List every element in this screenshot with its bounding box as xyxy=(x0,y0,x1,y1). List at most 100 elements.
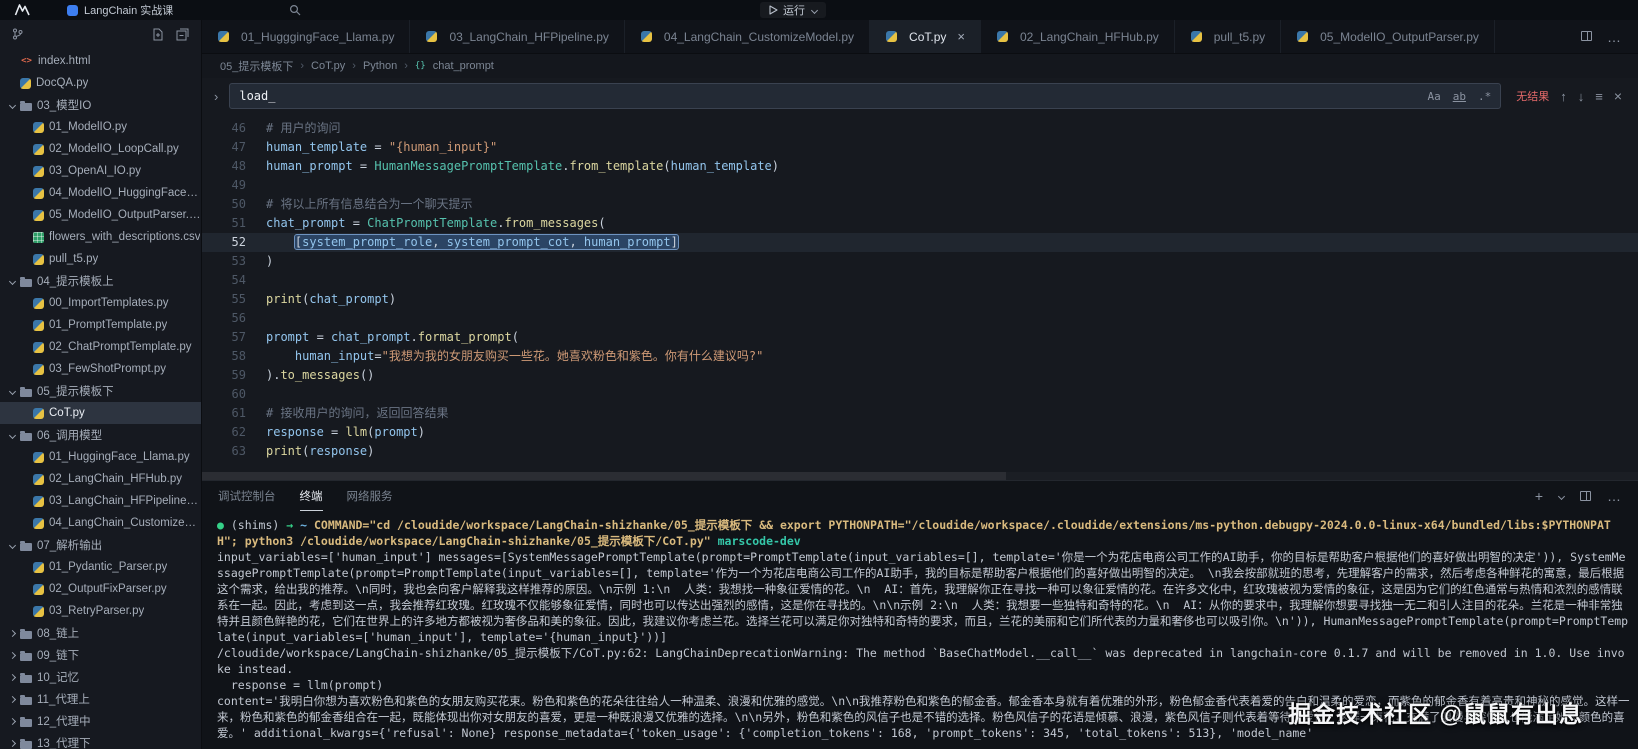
chevron-right-icon xyxy=(9,651,16,658)
editor-tab[interactable]: CoT.py× xyxy=(870,20,981,53)
horizontal-scrollbar[interactable] xyxy=(202,472,1638,480)
code-line[interactable]: 53) xyxy=(202,252,1638,271)
whole-word-icon[interactable]: ab xyxy=(1453,90,1466,103)
python-file-icon xyxy=(33,122,44,133)
tree-item-folder[interactable]: 09_链下 xyxy=(0,644,201,666)
find-close-icon[interactable]: × xyxy=(1614,88,1622,104)
tree-item-label: 03_OpenAI_IO.py xyxy=(49,165,141,177)
editor-tab[interactable]: 03_LangChain_HFPipeline.py xyxy=(410,20,624,53)
tree-item-file[interactable]: pull_t5.py xyxy=(0,248,201,270)
code-line[interactable]: 52 [system_prompt_role, system_prompt_co… xyxy=(202,233,1638,252)
code-line[interactable]: 58 human_input="我想为我的女朋友购买一些花。她喜欢粉色和紫色。你… xyxy=(202,347,1638,366)
tree-item-file[interactable]: CoT.py xyxy=(0,402,201,424)
code-line[interactable]: 49 xyxy=(202,176,1638,195)
find-input[interactable] xyxy=(239,89,1415,103)
toggle-replace-icon[interactable]: › xyxy=(214,89,218,104)
code-line[interactable]: 60 xyxy=(202,385,1638,404)
tree-item-file[interactable]: 03_FewShotPrompt.py xyxy=(0,358,201,380)
code-line[interactable]: 54 xyxy=(202,271,1638,290)
code-line[interactable]: 62response = llm(prompt) xyxy=(202,423,1638,442)
panel-more-icon[interactable]: … xyxy=(1607,488,1622,504)
find-prev-icon[interactable]: ↑ xyxy=(1560,89,1567,104)
tree-item-file[interactable]: 02_OutputFixParser.py xyxy=(0,578,201,600)
editor-tab[interactable]: pull_t5.py xyxy=(1175,20,1281,53)
collapse-folders-icon[interactable] xyxy=(176,28,189,41)
editor-tab[interactable]: 01_HugggingFace_Llama.py xyxy=(202,20,410,53)
tree-item-folder[interactable]: 11_代理上 xyxy=(0,688,201,710)
app-logo-icon xyxy=(14,4,31,16)
python-file-icon xyxy=(1297,31,1308,42)
breadcrumb-item[interactable]: Python xyxy=(363,60,397,72)
match-case-icon[interactable]: Aa xyxy=(1427,90,1440,103)
new-file-icon[interactable] xyxy=(152,28,164,41)
tree-item-file[interactable]: 01_HuggingFace_Llama.py xyxy=(0,446,201,468)
tree-item-folder[interactable]: 03_模型IO xyxy=(0,94,201,116)
find-in-selection-icon[interactable]: ≡ xyxy=(1595,89,1603,104)
tree-item-file[interactable]: 00_ImportTemplates.py xyxy=(0,292,201,314)
tab-close-icon[interactable]: × xyxy=(957,30,965,43)
code-line[interactable]: 51chat_prompt = ChatPromptTemplate.from_… xyxy=(202,214,1638,233)
editor-tab[interactable]: 02_LangChain_HFHub.py xyxy=(981,20,1175,53)
code-line[interactable]: 56 xyxy=(202,309,1638,328)
tree-item-file[interactable]: 04_ModelIO_HuggingFace.py xyxy=(0,182,201,204)
tree-item-folder[interactable]: 04_提示模板上 xyxy=(0,270,201,292)
code-line[interactable]: 57prompt = chat_prompt.format_prompt( xyxy=(202,328,1638,347)
code-line[interactable]: 59).to_messages() xyxy=(202,366,1638,385)
code-line[interactable]: 61# 接收用户的询问，返回回答结果 xyxy=(202,404,1638,423)
tree-item-file[interactable]: 04_LangChain_CustomizeMod... xyxy=(0,512,201,534)
tree-item-file[interactable]: flowers_with_descriptions.csv xyxy=(0,226,201,248)
chevron-down-icon[interactable] xyxy=(1558,492,1565,499)
tree-item-file[interactable]: 03_LangChain_HFPipeline.py xyxy=(0,490,201,512)
tree-item-folder[interactable]: 07_解析输出 xyxy=(0,534,201,556)
tree-item-file[interactable]: <>index.html xyxy=(0,50,201,72)
tree-item-label: 03_模型IO xyxy=(37,97,91,113)
tree-item-file[interactable]: 01_PromptTemplate.py xyxy=(0,314,201,336)
breadcrumb-item[interactable]: CoT.py xyxy=(311,60,345,72)
tree-item-file[interactable]: 03_RetryParser.py xyxy=(0,600,201,622)
tree-item-label: 04_ModelIO_HuggingFace.py xyxy=(49,187,201,199)
tree-item-folder[interactable]: 10_记忆 xyxy=(0,666,201,688)
breadcrumb-item[interactable]: 05_提示模板下 xyxy=(220,58,293,74)
python-file-icon xyxy=(641,31,652,42)
tree-item-file[interactable]: 01_ModelIO.py xyxy=(0,116,201,138)
search-icon[interactable] xyxy=(289,4,301,16)
editor-tab[interactable]: 04_LangChain_CustomizeModel.py xyxy=(625,20,870,53)
tree-item-folder[interactable]: 12_代理中 xyxy=(0,710,201,732)
tree-item-folder[interactable]: 13_代理下 xyxy=(0,732,201,749)
tree-item-folder[interactable]: 05_提示模板下 xyxy=(0,380,201,402)
code-line[interactable]: 63print(response) xyxy=(202,442,1638,461)
breadcrumb-item[interactable]: chat_prompt xyxy=(433,60,494,72)
regex-icon[interactable]: .* xyxy=(1478,90,1491,103)
watermark: 掘金技术社区 @鼠鼠有出息 xyxy=(1288,695,1583,729)
tree-item-file[interactable]: 02_ChatPromptTemplate.py xyxy=(0,336,201,358)
more-actions-icon[interactable]: … xyxy=(1607,29,1622,45)
tree-item-file[interactable]: 02_LangChain_HFHub.py xyxy=(0,468,201,490)
code-area[interactable]: 46# 用户的询问47human_template = "{human_inpu… xyxy=(202,114,1638,480)
new-terminal-icon[interactable]: + xyxy=(1535,488,1543,504)
panel-tab[interactable]: 终端 xyxy=(300,481,323,511)
split-terminal-icon[interactable] xyxy=(1580,488,1591,504)
branch-icon[interactable] xyxy=(12,28,23,40)
tree-item-folder[interactable]: 06_调用模型 xyxy=(0,424,201,446)
panel-actions: + … xyxy=(1535,488,1622,504)
find-input-box[interactable]: Aa ab .* xyxy=(229,83,1501,109)
line-number: 59 xyxy=(202,366,246,385)
split-editor-icon[interactable] xyxy=(1581,30,1592,44)
tree-item-folder[interactable]: 08_链上 xyxy=(0,622,201,644)
find-next-icon[interactable]: ↓ xyxy=(1578,89,1585,104)
tree-item-file[interactable]: 01_Pydantic_Parser.py xyxy=(0,556,201,578)
code-line[interactable]: 47human_template = "{human_input}" xyxy=(202,138,1638,157)
code-line[interactable]: 48human_prompt = HumanMessagePromptTempl… xyxy=(202,157,1638,176)
code-line[interactable]: 55print(chat_prompt) xyxy=(202,290,1638,309)
code-line[interactable]: 46# 用户的询问 xyxy=(202,119,1638,138)
tree-item-file[interactable]: 03_OpenAI_IO.py xyxy=(0,160,201,182)
panel-tab[interactable]: 调试控制台 xyxy=(218,481,276,511)
code-line[interactable]: 50# 将以上所有信息结合为一个聊天提示 xyxy=(202,195,1638,214)
scrollbar-thumb[interactable] xyxy=(202,472,1006,480)
panel-tab[interactable]: 网络服务 xyxy=(347,481,393,511)
tree-item-file[interactable]: 02_ModelIO_LoopCall.py xyxy=(0,138,201,160)
tree-item-file[interactable]: DocQA.py xyxy=(0,72,201,94)
run-button[interactable]: 运行 xyxy=(760,2,826,18)
editor-tab[interactable]: 05_ModelIO_OutputParser.py xyxy=(1281,20,1495,53)
tree-item-file[interactable]: 05_ModelIO_OutputParser.py xyxy=(0,204,201,226)
